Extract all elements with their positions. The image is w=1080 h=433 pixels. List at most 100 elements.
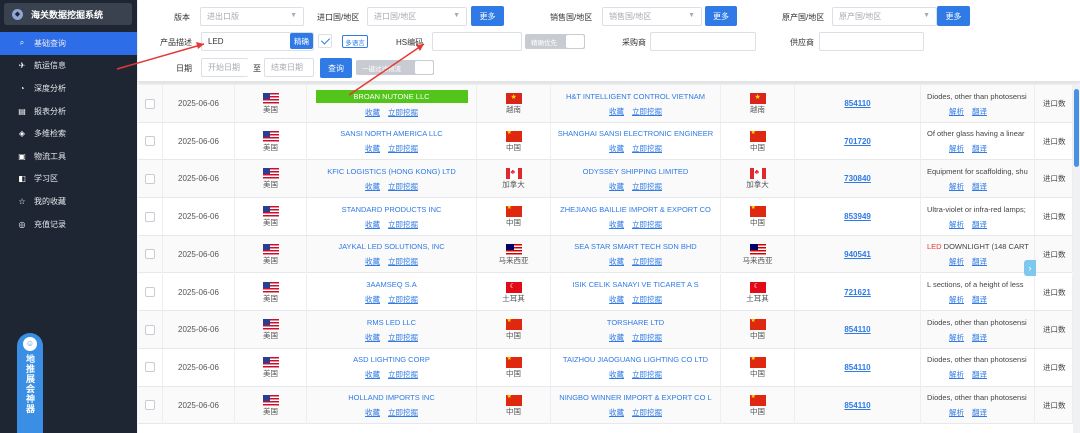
mine-link[interactable]: 立即挖掘 bbox=[632, 407, 662, 418]
mine-link[interactable]: 立即挖掘 bbox=[388, 407, 418, 418]
table-row[interactable]: 2025-06-06 美国 KFIC LOGISTICS (HONG KONG) L… bbox=[138, 160, 1073, 199]
hs-code-link[interactable]: 854110 bbox=[844, 325, 870, 334]
parse-link[interactable]: 解析 bbox=[949, 256, 964, 267]
translate-link[interactable]: 翻译 bbox=[972, 219, 987, 230]
translate-link[interactable]: 翻译 bbox=[972, 106, 987, 117]
row-checkbox[interactable] bbox=[145, 136, 155, 147]
favorite-link[interactable]: 收藏 bbox=[365, 181, 380, 192]
translate-link[interactable]: 翻译 bbox=[972, 407, 987, 418]
sidebar-item-2[interactable]: ◔ 深度分析 bbox=[0, 77, 137, 100]
buyer-name-link[interactable]: 3AAMSEQ S.A bbox=[366, 279, 416, 290]
multilang-tag[interactable]: 多语言 bbox=[342, 35, 368, 48]
mine-link[interactable]: 立即挖掘 bbox=[388, 219, 418, 230]
mine-link[interactable]: 立即挖掘 bbox=[632, 181, 662, 192]
seller-name-link[interactable]: ZHEJIANG BAILLIE IMPORT & EXPORT CO bbox=[560, 204, 711, 215]
seller-name-link[interactable]: TAIZHOU JIAOGUANG LIGHTING CO LTD bbox=[563, 354, 708, 365]
hs-code-link[interactable]: 854110 bbox=[844, 401, 870, 410]
buyer-name-link[interactable]: JAYKAL LED SOLUTIONS, INC bbox=[338, 241, 444, 252]
buyer-name-link[interactable]: SANSI NORTH AMERICA LLC bbox=[340, 128, 442, 139]
mine-link[interactable]: 立即挖掘 bbox=[388, 294, 418, 305]
row-checkbox[interactable] bbox=[145, 211, 155, 222]
sales-country-select[interactable]: 销售国/地区 ▼ bbox=[602, 7, 702, 26]
search-button[interactable]: 查询 bbox=[320, 58, 352, 78]
seller-name-link[interactable]: SHANGHAI SANSI ELECTRONIC ENGINEER bbox=[558, 128, 713, 139]
row-checkbox[interactable] bbox=[145, 98, 155, 109]
favorite-link[interactable]: 收藏 bbox=[609, 332, 624, 343]
favorite-link[interactable]: 收藏 bbox=[365, 256, 380, 267]
product-desc-checkbox[interactable] bbox=[318, 34, 332, 48]
seller-name-link[interactable]: NINGBO WINNER IMPORT & EXPORT CO L bbox=[559, 392, 711, 403]
hs-code-link[interactable]: 854110 bbox=[844, 99, 870, 108]
table-row[interactable]: 2025-06-06美国RMS LED LLC收藏立即挖掘中国TORSHARE … bbox=[138, 311, 1073, 349]
buyer-name-link[interactable]: HOLLAND IMPORTS INC bbox=[348, 392, 435, 403]
start-date-input[interactable]: 开始日期 bbox=[201, 58, 248, 77]
buyer-name-link[interactable]: RMS LED LLC bbox=[367, 317, 416, 328]
expand-panel-icon[interactable]: › bbox=[1024, 260, 1036, 276]
sidebar-item-3[interactable]: ▤ 报表分析 bbox=[0, 100, 137, 123]
sidebar-item-4[interactable]: ◈ 多维检索 bbox=[0, 122, 137, 145]
table-row[interactable]: 2025-06-06美国3AAMSEQ S.A收藏立即挖掘土耳其ISIK CEL… bbox=[138, 273, 1073, 312]
mine-link[interactable]: 立即挖掘 bbox=[632, 106, 662, 117]
sidebar-item-0[interactable]: ⌕ 基础查询 bbox=[0, 32, 137, 55]
mine-link[interactable]: 立即挖掘 bbox=[388, 181, 418, 192]
hs-code-input[interactable] bbox=[432, 32, 522, 51]
sidebar-item-8[interactable]: ◎ 充值记录 bbox=[0, 213, 137, 236]
table-row[interactable]: 2025-06-06美国STANDARD PRODUCTS INC收藏立即挖掘中… bbox=[138, 198, 1073, 236]
sales-country-more-button[interactable]: 更多 bbox=[705, 6, 737, 26]
seller-name-link[interactable]: ODYSSEY SHIPPING LIMITED bbox=[583, 166, 689, 177]
favorite-link[interactable]: 收藏 bbox=[609, 294, 624, 305]
import-country-select[interactable]: 进口国/地区 ▼ bbox=[367, 7, 467, 26]
translate-link[interactable]: 翻译 bbox=[972, 294, 987, 305]
sidebar-item-6[interactable]: ◧ 学习区 bbox=[0, 168, 137, 191]
mine-link[interactable]: 立即挖掘 bbox=[632, 219, 662, 230]
row-checkbox[interactable] bbox=[145, 249, 155, 260]
parse-link[interactable]: 解析 bbox=[949, 407, 964, 418]
favorite-link[interactable]: 收藏 bbox=[365, 407, 380, 418]
exact-match-button[interactable]: 精确 bbox=[290, 33, 313, 49]
buyer-name-link[interactable]: BROAN NUTONE LLC bbox=[315, 89, 468, 103]
translate-link[interactable]: 翻译 bbox=[972, 256, 987, 267]
hs-code-link[interactable]: 853949 bbox=[844, 212, 871, 221]
favorite-link[interactable]: 收藏 bbox=[609, 219, 624, 230]
mine-link[interactable]: 立即挖掘 bbox=[388, 256, 418, 267]
buyer-name-link[interactable]: STANDARD PRODUCTS INC bbox=[342, 204, 442, 215]
buyer-name-link[interactable]: KFIC LOGISTICS (HONG KONG) LTD bbox=[327, 166, 456, 177]
favorite-link[interactable]: 收藏 bbox=[365, 294, 380, 305]
mine-link[interactable]: 立即挖掘 bbox=[632, 332, 662, 343]
promo-badge[interactable]: ☺ 地推展会神器 bbox=[17, 333, 43, 433]
favorite-link[interactable]: 收藏 bbox=[609, 256, 624, 267]
translate-link[interactable]: 翻译 bbox=[972, 181, 987, 192]
version-select[interactable]: 进出口版 ▼ bbox=[200, 7, 304, 26]
parse-link[interactable]: 解析 bbox=[949, 106, 964, 117]
translate-link[interactable]: 翻译 bbox=[972, 332, 987, 343]
mine-link[interactable]: 立即挖掘 bbox=[388, 369, 418, 380]
parse-link[interactable]: 解析 bbox=[949, 369, 964, 380]
row-checkbox[interactable] bbox=[145, 324, 155, 335]
buyer-input[interactable] bbox=[650, 32, 756, 51]
mine-link[interactable]: 立即挖掘 bbox=[388, 143, 418, 154]
table-row[interactable]: 2025-06-06美国BROAN NUTONE LLC收藏立即挖掘越南H&T … bbox=[138, 85, 1073, 123]
favorite-link[interactable]: 收藏 bbox=[365, 219, 380, 230]
origin-country-select[interactable]: 原产国/地区 ▼ bbox=[832, 7, 937, 26]
favorite-link[interactable]: 收藏 bbox=[365, 369, 380, 380]
mine-link[interactable]: 立即挖掘 bbox=[388, 332, 418, 343]
translate-link[interactable]: 翻译 bbox=[972, 143, 987, 154]
favorite-link[interactable]: 收藏 bbox=[609, 181, 624, 192]
favorite-link[interactable]: 收藏 bbox=[609, 106, 624, 117]
seller-name-link[interactable]: H&T INTELLIGENT CONTROL VIETNAM bbox=[566, 91, 705, 102]
favorite-link[interactable]: 收藏 bbox=[365, 107, 380, 118]
precise-first-toggle[interactable]: 精确优先 bbox=[525, 34, 585, 49]
mine-link[interactable]: 立即挖掘 bbox=[632, 294, 662, 305]
mine-link[interactable]: 立即挖掘 bbox=[632, 143, 662, 154]
favorite-link[interactable]: 收藏 bbox=[609, 407, 624, 418]
table-row[interactable]: 2025-06-06 美国 JAYKAL LED SOLUTIONS, INC 收藏立… bbox=[138, 235, 1073, 274]
hs-code-link[interactable]: 701720 bbox=[844, 137, 871, 146]
scrollbar[interactable] bbox=[1073, 85, 1080, 433]
table-row[interactable]: 2025-06-06美国ASD LIGHTING CORP收藏立即挖掘中国TAI… bbox=[138, 348, 1073, 387]
table-row[interactable]: 2025-06-06美国HOLLAND IMPORTS INC收藏立即挖掘中国N… bbox=[138, 386, 1073, 425]
mine-link[interactable]: 立即挖掘 bbox=[388, 107, 418, 118]
end-date-input[interactable]: 结束日期 bbox=[264, 58, 314, 77]
sidebar-item-5[interactable]: ▣ 物流工具 bbox=[0, 145, 137, 168]
hs-code-link[interactable]: 721621 bbox=[844, 288, 871, 297]
buyer-name-link[interactable]: ASD LIGHTING CORP bbox=[353, 354, 430, 365]
